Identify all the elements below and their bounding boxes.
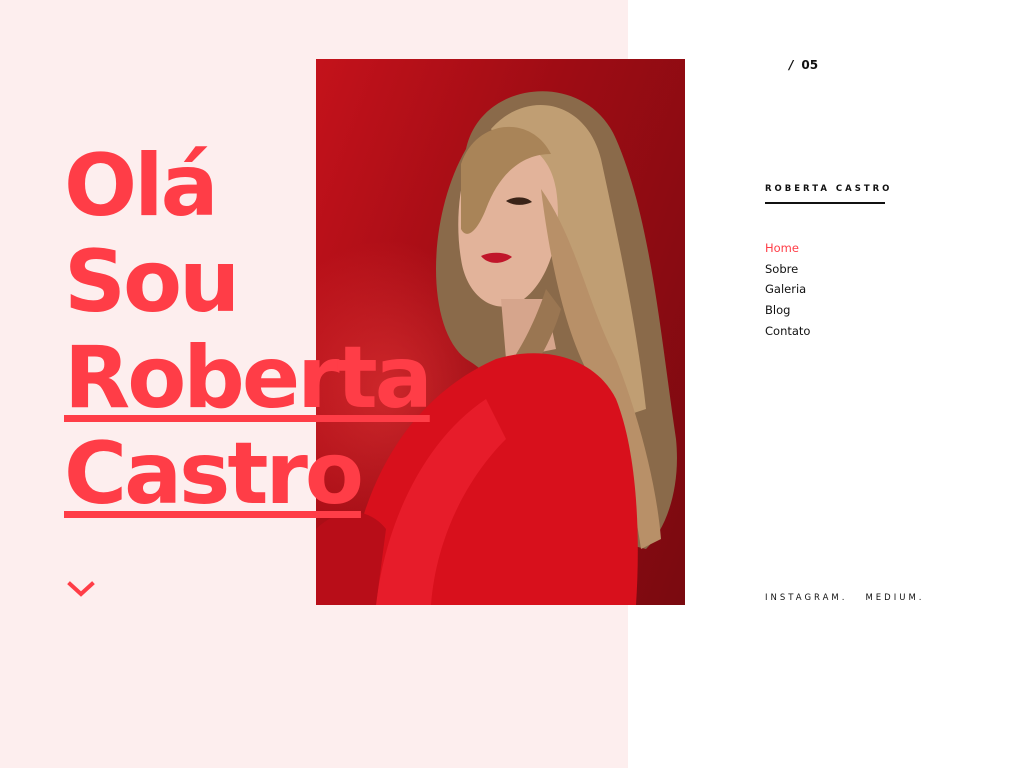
nav-item-contato[interactable]: Contato bbox=[765, 321, 810, 342]
hero-line-hello: Olá bbox=[64, 136, 219, 236]
medium-link[interactable]: MEDIUM. bbox=[865, 593, 924, 603]
page-counter: / 05 bbox=[789, 58, 818, 72]
hero-line-iam: Sou bbox=[64, 232, 240, 332]
page-counter-slash: / bbox=[789, 58, 794, 72]
nav-item-sobre[interactable]: Sobre bbox=[765, 259, 810, 280]
hero-heading: Olá Sou Roberta Castro bbox=[64, 136, 433, 522]
nav-item-blog[interactable]: Blog bbox=[765, 300, 810, 321]
nav-item-home[interactable]: Home bbox=[765, 238, 810, 259]
nav-item-galeria[interactable]: Galeria bbox=[765, 279, 810, 300]
hero-line-last-name[interactable]: Castro bbox=[64, 426, 364, 522]
instagram-link[interactable]: INSTAGRAM. bbox=[765, 593, 847, 603]
chevron-down-icon[interactable] bbox=[66, 578, 96, 602]
page-counter-number: 05 bbox=[801, 58, 819, 72]
social-links: INSTAGRAM. MEDIUM. bbox=[765, 593, 942, 603]
brand-name[interactable]: ROBERTA CASTRO bbox=[765, 184, 889, 204]
hero-line-first-name[interactable]: Roberta bbox=[64, 330, 433, 426]
main-navigation: Home Sobre Galeria Blog Contato bbox=[765, 238, 810, 342]
